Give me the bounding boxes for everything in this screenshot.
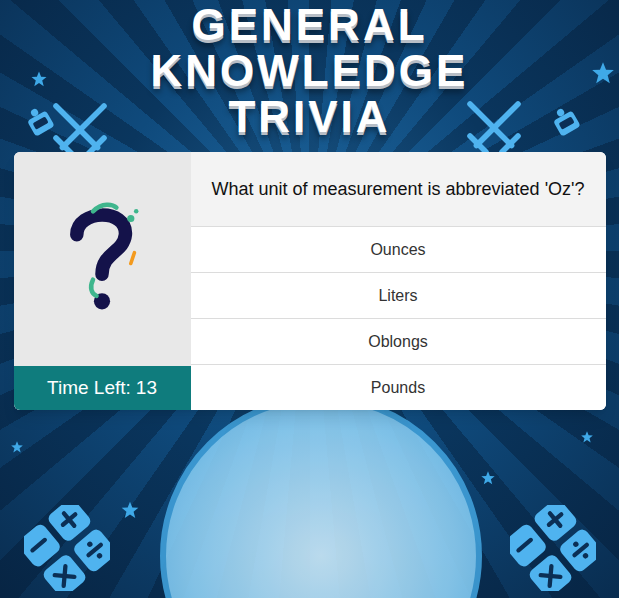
timer-value: 13 (136, 374, 157, 403)
star-icon (480, 470, 496, 486)
star-icon (120, 500, 140, 520)
star-icon (590, 60, 616, 86)
question-mark-icon (57, 200, 147, 318)
question-card: Time Left:13 What unit of measurement is … (14, 152, 606, 410)
answer-option[interactable]: Liters (191, 272, 606, 318)
timer-label: Time Left: (47, 374, 131, 403)
swords-icon (462, 96, 526, 160)
answer-option[interactable]: Oblongs (191, 318, 606, 364)
title-line: TRIVIA (228, 94, 390, 140)
robot-icon (548, 104, 584, 140)
answer-option[interactable]: Ounces (191, 226, 606, 272)
question-image-panel: Time Left:13 (14, 152, 191, 410)
timer: Time Left:13 (14, 366, 191, 410)
question-text: What unit of measurement is abbreviated … (191, 152, 606, 226)
robot-icon (22, 104, 58, 140)
star-icon (580, 430, 594, 444)
trivia-screen: GENERALKNOWLEDGETRIVIA Time Left:13 What u… (0, 0, 619, 598)
star-icon (30, 70, 48, 88)
game-title: GENERALKNOWLEDGETRIVIA (151, 0, 469, 140)
star-icon (10, 440, 24, 454)
calculator-icon (24, 505, 110, 591)
title-line: KNOWLEDGE (151, 48, 469, 94)
calculator-icon (510, 505, 596, 591)
title-line: GENERAL (191, 2, 427, 48)
answer-option[interactable]: Pounds (191, 364, 606, 410)
